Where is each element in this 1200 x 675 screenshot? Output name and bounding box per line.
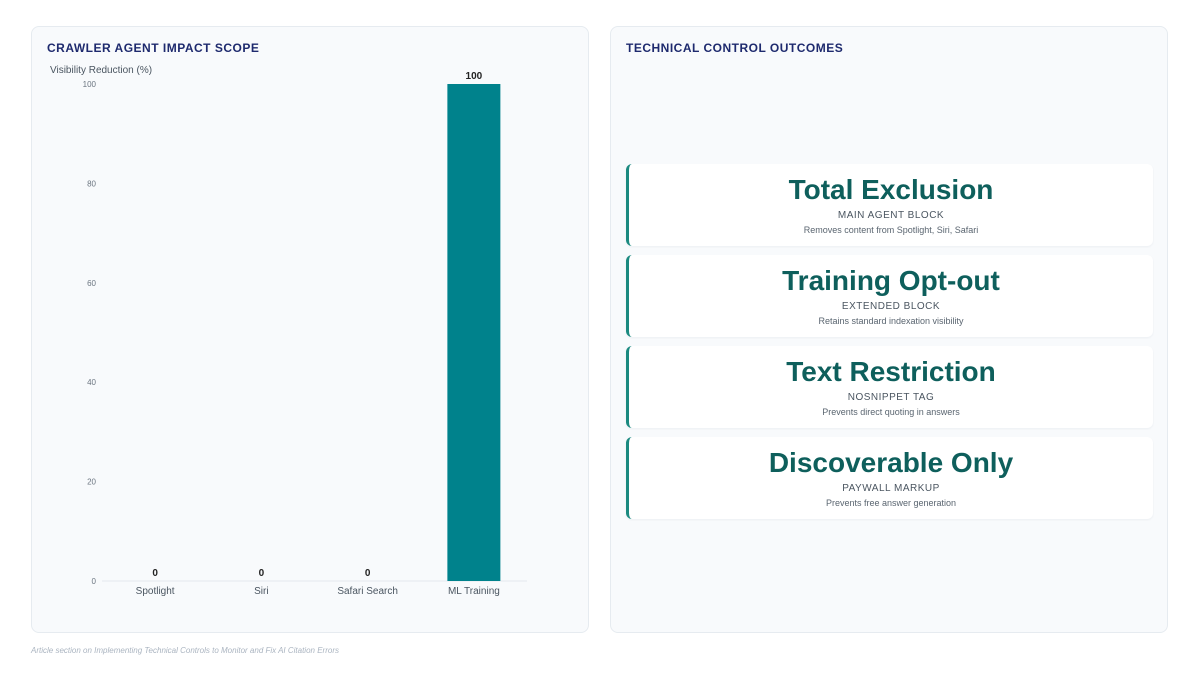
card-description: Prevents direct quoting in answers [822,407,960,417]
y-tick-label: 20 [87,478,96,487]
card-subtitle: NOSNIPPET TAG [847,392,935,403]
bar-chart: Visibility Reduction (%) 0 20 40 60 80 100 0 Spo… [50,65,527,597]
x-tick-label: Siri [254,586,268,597]
card-title: Text Restriction [786,356,996,387]
outcome-card-training-opt-out: Training Opt-out EXTENDED BLOCK Retains … [626,255,1153,337]
card-subtitle: PAYWALL MARKUP [842,483,940,494]
x-tick-label: Safari Search [337,586,398,597]
card-title: Training Opt-out [782,265,1000,296]
card-title: Discoverable Only [768,447,1014,478]
outcomes-title: TECHNICAL CONTROL OUTCOMES [626,41,844,55]
y-tick-label: 40 [87,378,96,387]
x-tick-label: ML Training [448,586,500,597]
outcomes-panel: TECHNICAL CONTROL OUTCOMES Total Exclusi… [610,26,1168,633]
data-label: 100 [466,71,483,82]
y-tick-label: 100 [83,80,97,89]
y-tick-label: 80 [87,179,96,188]
card-description: Retains standard indexation visibility [818,316,964,326]
y-tick-label: 60 [87,279,96,288]
card-subtitle: MAIN AGENT BLOCK [837,210,945,221]
card-description: Removes content from Spotlight, Siri, Sa… [803,225,979,235]
bar-ml-training [447,84,501,581]
card-subtitle: EXTENDED BLOCK [841,301,941,312]
y-axis-label: Visibility Reduction (%) [50,65,152,76]
data-label: 0 [152,568,158,579]
card-description: Prevents free answer generation [825,498,957,508]
outcome-card-discoverable-only: Discoverable Only PAYWALL MARKUP Prevent… [626,437,1153,519]
card-title: Total Exclusion [788,174,994,205]
data-label: 0 [365,568,371,579]
chart-panel: CRAWLER AGENT IMPACT SCOPE Visibility Re… [31,26,589,633]
data-label: 0 [259,568,265,579]
y-tick-label: 0 [92,577,97,586]
outcome-card-text-restriction: Text Restriction NOSNIPPET TAG Prevents … [626,346,1153,428]
outcome-card-total-exclusion: Total Exclusion MAIN AGENT BLOCK Removes… [626,164,1153,246]
x-tick-label: Spotlight [136,586,175,597]
footer-caption: Article section on Implementing Technica… [31,646,339,655]
